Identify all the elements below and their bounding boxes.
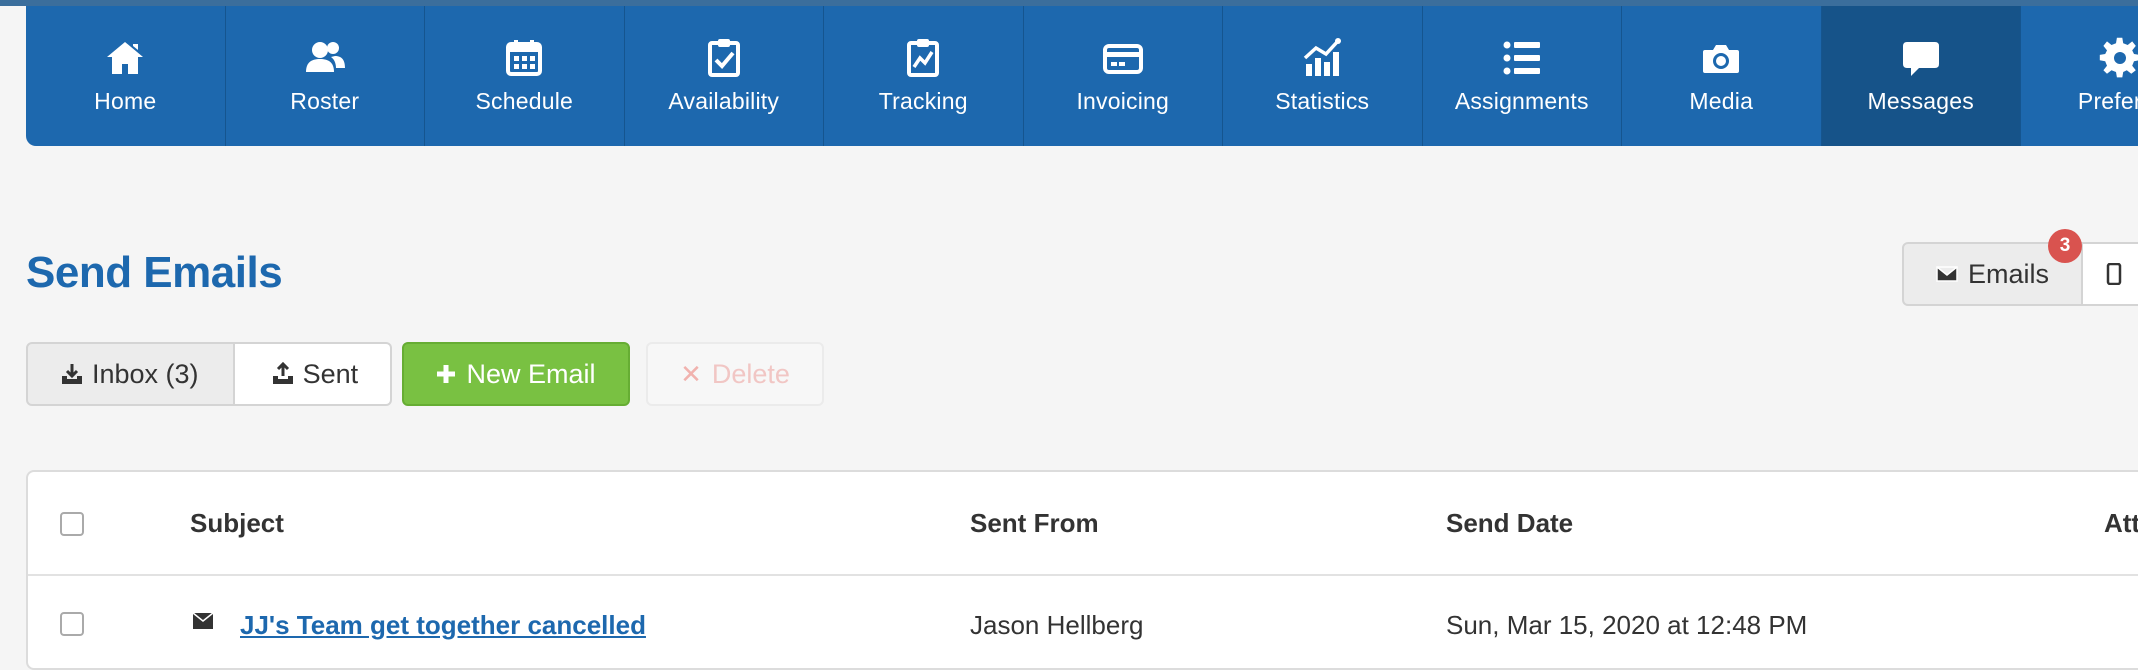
nav-label: Availability [668,88,780,114]
main-navigation: Home Roster Schedule Availability Tracki… [26,6,2138,146]
email-send-date: Sun, Mar 15, 2020 at 12:48 PM [1446,610,1808,640]
nav-label: Statistics [1275,88,1370,114]
camera-icon [1699,36,1743,80]
sent-button[interactable]: Sent [234,342,393,406]
close-icon: ✕ [680,358,702,389]
nav-label: Tracking [878,88,968,114]
row-checkbox[interactable] [60,612,84,636]
envelope-icon [1936,266,1958,282]
nav-item-statistics[interactable]: Statistics [1223,6,1423,146]
clipboard-chart-icon [901,36,945,80]
nav-label: Media [1689,88,1754,114]
nav-label: Roster [290,88,360,114]
nav-item-schedule[interactable]: Schedule [425,6,625,146]
credit-card-icon [1101,36,1145,80]
nav-label: Invoicing [1076,88,1170,114]
nav-label: Messages [1867,88,1974,114]
list-icon [1500,36,1544,80]
unread-count-badge: 3 [2048,229,2082,263]
page-title: Send Emails [26,248,283,297]
nav-item-preferences[interactable]: Preferer [2021,6,2138,146]
envelope-icon [192,612,214,629]
chart-icon [1300,36,1344,80]
nav-item-home[interactable]: Home [26,6,226,146]
email-sender: Jason Hellberg [970,610,1144,640]
nav-item-availability[interactable]: Availability [625,6,824,146]
nav-label: Schedule [475,88,573,114]
inbox-button[interactable]: Inbox (3) [26,342,235,406]
column-header-subject[interactable]: Subject [190,508,284,539]
users-icon [303,36,347,80]
column-header-send-date[interactable]: Send Date [1446,508,1573,539]
new-email-button[interactable]: New Email [402,342,630,406]
nav-label: Assignments [1454,88,1589,114]
nav-item-roster[interactable]: Roster [226,6,425,146]
mailbox-button-group: Inbox (3) Sent [26,342,393,406]
plus-icon [437,365,456,383]
inbox-label: Inbox (3) [92,358,199,389]
select-all-checkbox[interactable] [60,512,84,536]
nav-label: Home [94,88,157,114]
calendar-icon [502,36,546,80]
mobile-phone-icon [2106,263,2122,285]
nav-item-messages[interactable]: Messages [1821,6,2021,146]
nav-item-assignments[interactable]: Assignments [1423,6,1622,146]
column-header-sent-from[interactable]: Sent From [970,508,1099,539]
inbox-download-icon [62,364,82,384]
sent-label: Sent [302,358,359,389]
email-table: Subject Sent From Send Date Att JJ's Tea… [26,470,2138,670]
nav-label: Preferer [2077,88,2138,114]
gear-icon [2098,36,2138,80]
delete-button[interactable]: ✕ Delete [646,342,824,406]
outbox-upload-icon [272,362,293,384]
emails-toggle-label: Emails [1968,258,2050,289]
nav-item-invoicing[interactable]: Invoicing [1024,6,1223,146]
email-subject-link[interactable]: JJ's Team get together cancelled [240,610,646,641]
new-email-label: New Email [466,358,596,389]
column-header-attachments[interactable]: Att [2104,508,2138,539]
clipboard-check-icon [702,36,746,80]
table-row[interactable]: JJ's Team get together cancelled Jason H… [28,578,2138,641]
delete-label: Delete [711,358,790,389]
nav-item-tracking[interactable]: Tracking [824,6,1024,146]
texts-toggle-button[interactable] [2083,242,2138,306]
nav-item-media[interactable]: Media [1622,6,1822,146]
table-header: Subject Sent From Send Date Att [28,472,2138,576]
home-icon [103,36,147,80]
view-toggle: Emails [1902,242,2138,306]
chat-bubble-icon [1899,36,1943,80]
